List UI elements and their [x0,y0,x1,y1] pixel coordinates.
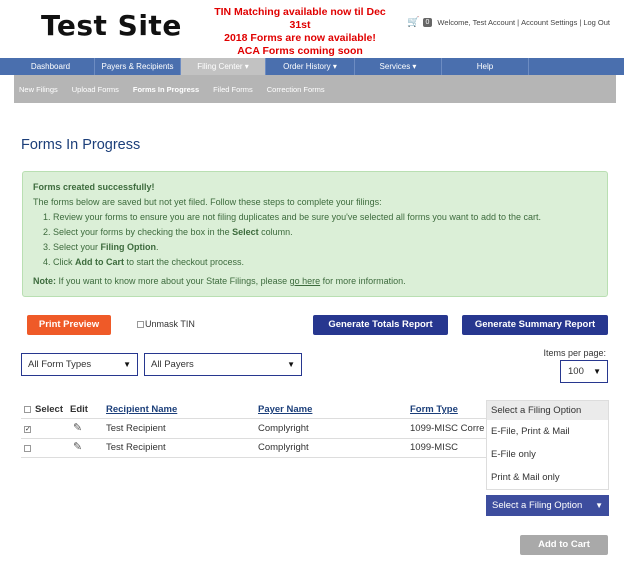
cart-icon[interactable]: 🛒 [407,17,419,28]
alert-heading: Forms created successfully! [33,182,155,192]
subnav-filed-forms[interactable]: Filed Forms [213,85,253,94]
chevron-down-icon: ▼ [593,367,601,376]
recipient-name: Test Recipient [106,423,166,434]
pencil-icon[interactable]: ✎ [73,421,82,434]
generate-totals-button[interactable]: Generate Totals Report [313,315,448,335]
col-header-form-type[interactable]: Form Type [410,404,458,415]
subnav-upload-forms[interactable]: Upload Forms [72,85,119,94]
alert-step: Select your forms by checking the box in… [53,225,597,240]
col-header-select: Select [35,404,63,415]
announcement-line: TIN Matching available now til Dec 31st [214,6,386,31]
separator: | [579,18,582,27]
payer-name: Complyright [258,423,309,434]
col-header-edit: Edit [70,404,88,415]
nav-order-history[interactable]: Order History ▾ [266,58,355,75]
form-type: 1099-MISC Corre [410,423,485,434]
welcome-text: Welcome, Test Account [437,18,516,27]
page-title: Forms In Progress [21,137,141,153]
alert-step: Select your Filing Option. [53,240,597,255]
alert-intro: The forms below are saved but not yet fi… [33,197,382,207]
unmask-tin-checkbox[interactable] [137,320,144,328]
payer-name: Complyright [258,442,309,453]
generate-summary-button[interactable]: Generate Summary Report [462,315,608,335]
nav-help[interactable]: Help [442,58,529,75]
row-select-checkbox[interactable] [24,445,31,452]
subnav-forms-in-progress[interactable]: Forms In Progress [133,85,199,94]
separator: | [517,18,520,27]
payers-select[interactable]: All Payers ▼ [144,353,302,376]
alert-note: Note: If you want to know more about you… [33,276,406,286]
form-types-value: All Form Types [28,359,92,370]
state-filings-link[interactable]: go here [290,276,321,286]
nav-dashboard[interactable]: Dashboard [7,58,95,75]
recipient-name: Test Recipient [106,442,166,453]
nav-filing-center[interactable]: Filing Center ▾ [181,58,266,75]
filing-option-efile-print-mail[interactable]: E-File, Print & Mail [487,420,608,443]
announcement-line: ACA Forms coming soon [237,45,363,57]
subnav-correction-forms[interactable]: Correction Forms [267,85,325,94]
subnav-new-filings[interactable]: New Filings [19,85,58,94]
account-bar: 🛒 0 Welcome, Test Account | Account Sett… [407,17,610,28]
account-settings-link[interactable]: Account Settings [521,18,577,27]
nav-payers-recipients[interactable]: Payers & Recipients [95,58,181,75]
chevron-down-icon: ▼ [123,360,131,369]
filing-option-efile-only[interactable]: E-File only [487,443,608,466]
pencil-icon[interactable]: ✎ [73,440,82,453]
select-all-checkbox[interactable] [24,406,31,413]
main-nav: Dashboard Payers & Recipients Filing Cen… [0,58,624,75]
form-type: 1099-MISC [410,442,459,453]
col-header-recipient[interactable]: Recipient Name [106,404,177,415]
filing-option-placeholder[interactable]: Select a Filing Option [487,401,608,420]
filing-option-select[interactable]: Select a Filing Option ▼ [486,495,609,516]
alert-steps: Review your forms to ensure you are not … [53,210,597,270]
filing-option-print-mail-only[interactable]: Print & Mail only [487,466,608,489]
print-preview-button[interactable]: Print Preview [27,315,111,335]
add-to-cart-button[interactable]: Add to Cart [520,535,608,555]
filing-option-value: Select a Filing Option [492,500,583,511]
payers-value: All Payers [151,359,194,370]
unmask-tin-toggle[interactable]: Unmask TIN [137,319,195,329]
form-types-select[interactable]: All Form Types ▼ [21,353,138,376]
sub-nav: New Filings Upload Forms Forms In Progre… [14,75,616,103]
chevron-down-icon: ▼ [287,360,295,369]
announcement-line: 2018 Forms are now available! [224,32,376,44]
unmask-tin-label: Unmask TIN [145,319,195,329]
items-per-page-label: Items per page: [543,348,606,358]
alert-step: Click Add to Cart to start the checkout … [53,255,597,270]
alert-step: Review your forms to ensure you are not … [53,210,597,225]
chevron-down-icon: ▼ [592,495,603,516]
filing-option-menu: Select a Filing Option E-File, Print & M… [486,400,609,490]
items-per-page-select[interactable]: 100 ▼ [560,360,608,383]
row-select-checkbox[interactable]: ✓ [24,426,31,433]
col-header-payer[interactable]: Payer Name [258,404,312,415]
site-logo[interactable]: Test Site [41,9,182,42]
nav-services[interactable]: Services ▾ [355,58,442,75]
logout-link[interactable]: Log Out [583,18,610,27]
announcement: TIN Matching available now til Dec 31st … [205,6,395,58]
cart-count-badge[interactable]: 0 [422,18,433,27]
items-per-page-value: 100 [568,366,584,377]
success-alert: Forms created successfully! The forms be… [22,171,608,297]
select-all-header: Select [24,404,63,415]
